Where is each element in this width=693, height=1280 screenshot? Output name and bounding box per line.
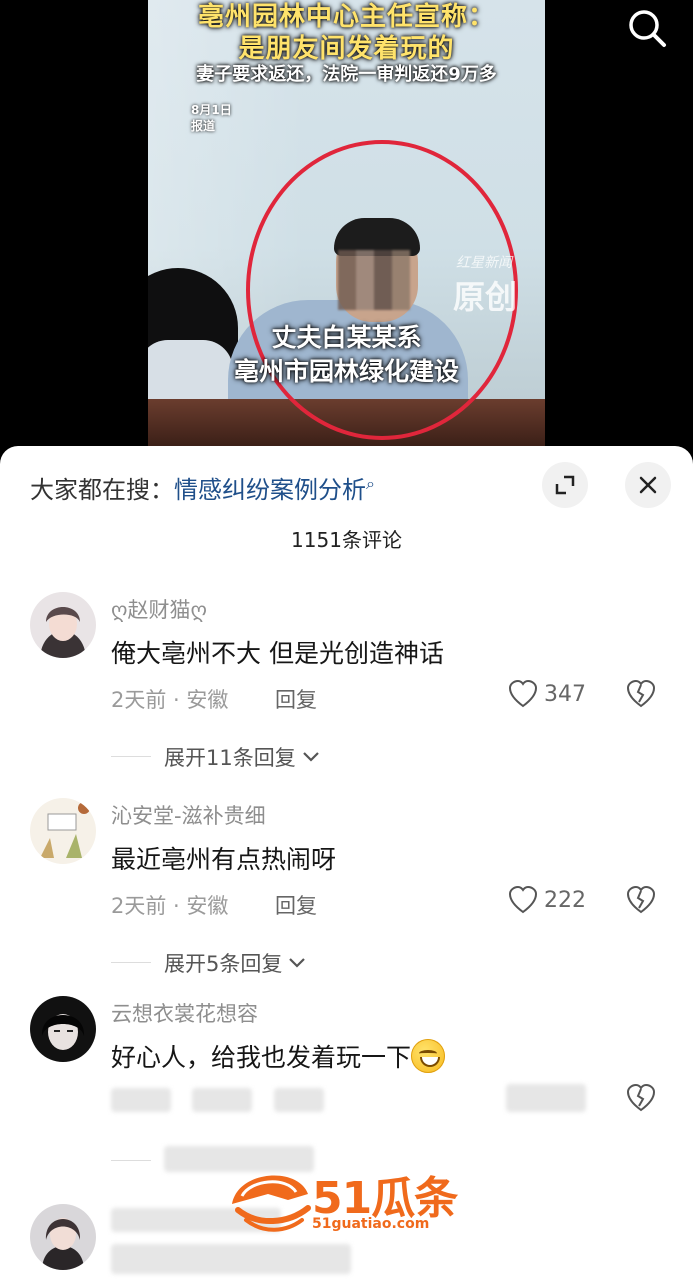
comment-count: 1151条评论 <box>291 528 402 552</box>
blurred-like <box>506 1084 586 1112</box>
blurred-reply <box>274 1088 324 1112</box>
comment-text: 最近亳州有点热闹呀 <box>111 845 337 874</box>
expand-replies-label: 展开5条回复 <box>164 952 283 976</box>
search-icon <box>629 10 666 47</box>
comment-text: 俺大亳州不大 但是光创造神话 <box>111 639 444 668</box>
blurred-meta <box>192 1088 252 1112</box>
heart-icon <box>508 680 538 708</box>
suggest-keyword[interactable]: 情感纠纷案例分析 <box>174 476 366 504</box>
search-button[interactable] <box>625 6 669 50</box>
blurred-text <box>111 1244 351 1274</box>
avatar[interactable] <box>30 592 96 658</box>
video-player[interactable]: 亳州园林中心主任宣称： 是朋友间发着玩的 妻子要求返还，法院一审判返还9万多 8… <box>0 0 693 460</box>
comment-text: 好心人，给我也发着玩一下 <box>111 1038 446 1076</box>
video-caption-1: 丈夫白某某系 <box>271 323 422 352</box>
close-button[interactable] <box>625 462 671 508</box>
comment-username[interactable]: 云想衣裳花想容 <box>111 998 258 1028</box>
video-date-day: 8月1日 <box>191 103 232 117</box>
like-button[interactable]: 222 <box>508 886 586 914</box>
dislike-button[interactable] <box>626 679 656 712</box>
comment-sheet: 大家都在搜：情感纠纷案例分析⌕ 1151条评论 ღ赵财猫ღ 俺大亳州不大 但是光… <box>0 446 693 1280</box>
video-subheadline: 妻子要求返还，法院一审判返还9万多 <box>196 64 497 85</box>
avatar[interactable] <box>30 996 96 1062</box>
like-button[interactable]: 347 <box>508 680 586 708</box>
suggest-label: 大家都在搜： <box>30 476 174 504</box>
divider <box>111 1160 151 1161</box>
comment-meta: 2天前 · 安徽 <box>111 894 229 918</box>
broken-heart-icon <box>626 1083 656 1112</box>
chevron-down-icon <box>302 752 319 762</box>
reply-button[interactable]: 回复 <box>275 684 317 714</box>
avatar[interactable] <box>30 798 96 864</box>
logo-domain: 51guatiao.com <box>312 1216 430 1232</box>
site-logo: 51瓜条 51guatiao.com <box>228 1162 468 1242</box>
expand-button[interactable] <box>542 462 588 508</box>
dislike-button[interactable] <box>626 885 656 918</box>
broken-heart-icon <box>626 679 656 708</box>
like-count: 222 <box>544 887 586 913</box>
expand-replies-label: 展开11条回复 <box>164 746 296 770</box>
comment-username[interactable]: ღ赵财猫ღ <box>111 594 207 624</box>
expand-replies-button[interactable]: 展开11条回复 <box>164 742 320 772</box>
chevron-down-icon <box>289 958 306 968</box>
comment-username[interactable]: 沁安堂-滋补贵细 <box>111 800 266 830</box>
watermark-small: 红星新闻 <box>456 255 512 271</box>
close-icon <box>639 476 657 494</box>
blurred-meta <box>111 1088 171 1112</box>
like-count: 347 <box>544 681 586 707</box>
broken-heart-icon <box>626 885 656 914</box>
melon-logo-icon <box>232 1175 311 1232</box>
dislike-button[interactable] <box>626 1083 656 1116</box>
search-small-icon: ⌕ <box>366 474 375 493</box>
video-date: 8月1日 报道 <box>191 102 232 134</box>
avatar[interactable] <box>30 1204 96 1270</box>
divider <box>111 962 151 963</box>
search-suggestion[interactable]: 大家都在搜：情感纠纷案例分析⌕ <box>30 470 375 505</box>
comment-text-body: 好心人，给我也发着玩一下 <box>111 1043 412 1072</box>
divider <box>111 756 151 757</box>
expand-icon <box>555 475 575 495</box>
expand-replies-button[interactable]: 展开5条回复 <box>164 948 306 978</box>
video-caption-2: 亳州市园林绿化建设 <box>233 357 459 386</box>
comment-meta: 2天前 · 安徽 <box>111 688 229 712</box>
grin-emoji-icon <box>411 1039 446 1073</box>
watermark-big: 原创 <box>453 278 518 316</box>
reply-button[interactable]: 回复 <box>275 890 317 920</box>
video-frame: 亳州园林中心主任宣称： 是朋友间发着玩的 妻子要求返还，法院一审判返还9万多 8… <box>148 0 545 447</box>
heart-icon <box>508 886 538 914</box>
video-date-report: 报道 <box>191 119 216 133</box>
